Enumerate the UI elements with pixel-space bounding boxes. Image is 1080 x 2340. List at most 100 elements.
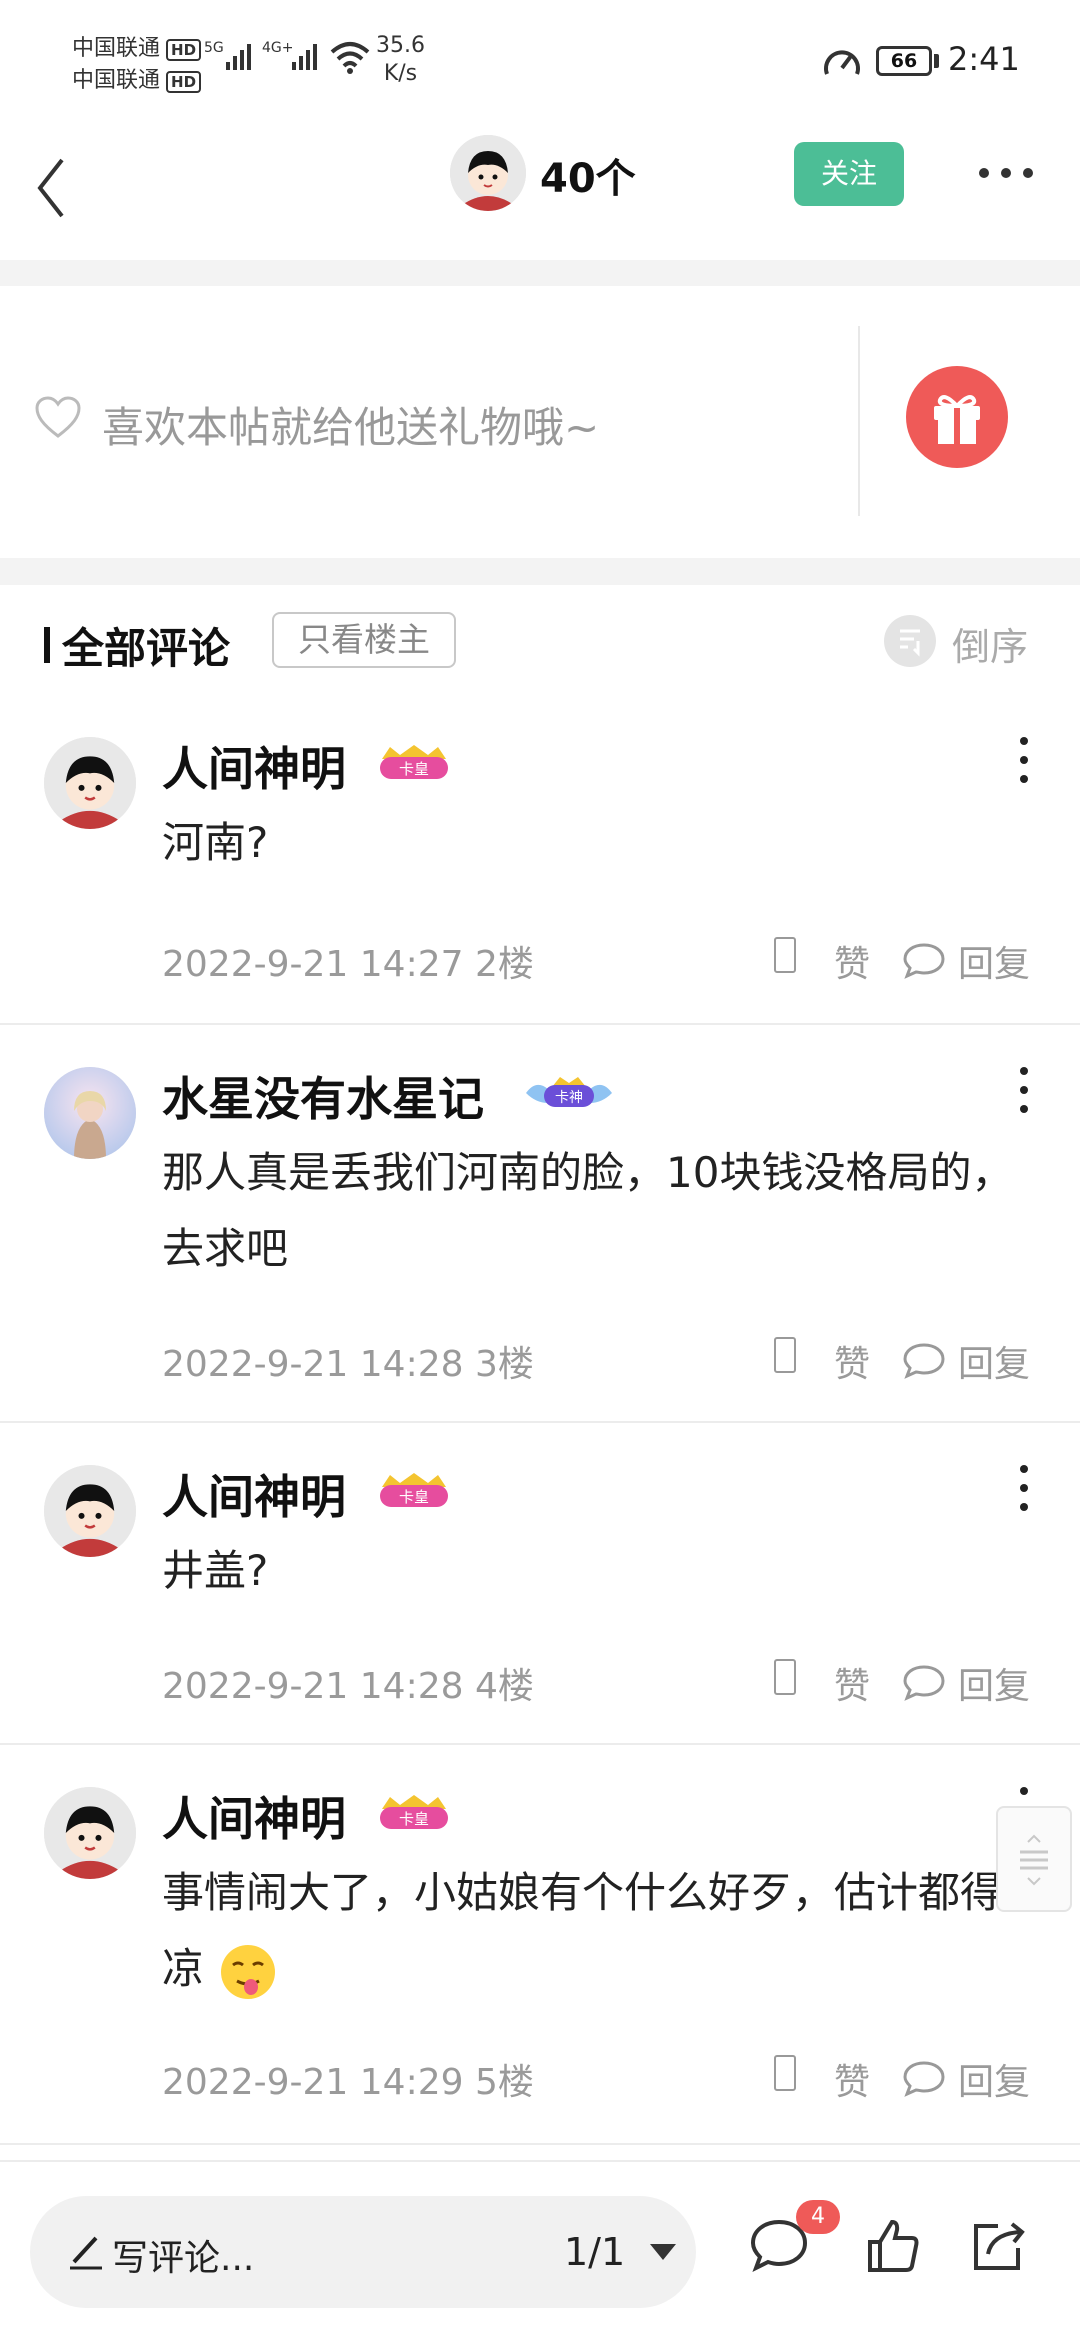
- carrier-2-label: 中国联通: [72, 68, 161, 93]
- bottom-bar: 写评论... 1/1 4: [0, 2160, 1080, 2340]
- avatar-photo-icon: [44, 1067, 136, 1159]
- scroll-handle[interactable]: [996, 1806, 1072, 1912]
- avatar-face-icon: [44, 737, 136, 829]
- header-accent-bar: [44, 627, 50, 663]
- carrier-2: 中国联通 HD: [72, 62, 202, 94]
- badge-label: 卡皇: [399, 1810, 429, 1828]
- wing-badge-icon: 卡神: [526, 1077, 612, 1107]
- gift-icon: [934, 395, 980, 444]
- network-speed: 35.6 K/s: [376, 32, 425, 88]
- user-avatar[interactable]: [44, 737, 136, 829]
- avatar-face-icon: [44, 1787, 136, 1879]
- badge-label: 卡皇: [399, 1488, 429, 1506]
- only-author-filter-button[interactable]: 只看楼主: [272, 612, 456, 668]
- speed-unit: K/s: [383, 61, 418, 86]
- comment-item: 水星没有水星记 卡神 那人真是丢我们河南的脸，10块钱没格局的，去求吧 2022…: [0, 1025, 1080, 1423]
- more-options-icon[interactable]: [976, 158, 1036, 188]
- wifi-icon: [330, 42, 370, 74]
- comment-text-wrap: 事情闹大了，小姑娘有个什么好歹，估计都得凉: [162, 1855, 1042, 2007]
- comment-item: 人间神明 卡皇 事情闹大了，小姑娘有个什么好歹，估计都得凉 2022-9-21 …: [0, 1745, 1080, 2145]
- comment-meta: 2022-9-21 14:29 5楼: [162, 2062, 534, 2103]
- username[interactable]: 水星没有水星记: [162, 1063, 484, 1129]
- comments-header: 全部评论 只看楼主 倒序: [0, 585, 1080, 695]
- user-avatar[interactable]: [44, 1787, 136, 1879]
- section-divider: [0, 558, 1080, 585]
- follow-button[interactable]: 关注: [794, 142, 904, 206]
- avatar-face-icon: [450, 135, 526, 211]
- like-icon[interactable]: [774, 2055, 796, 2091]
- send-gift-button[interactable]: [906, 366, 1008, 468]
- net-5g-text: 5G: [204, 40, 224, 56]
- comment-more-icon[interactable]: [1016, 1065, 1032, 1115]
- reply-label[interactable]: 回复: [958, 1335, 1030, 1387]
- reply-label[interactable]: 回复: [958, 2053, 1030, 2105]
- share-icon[interactable]: [968, 2216, 1028, 2276]
- like-label[interactable]: 赞: [834, 935, 870, 987]
- comment-more-icon[interactable]: [1016, 1463, 1032, 1513]
- section-divider: [0, 260, 1080, 286]
- nav-bar: 40个 关注: [0, 120, 1080, 260]
- gift-prompt: 喜欢本帖就给他送礼物哦~: [102, 403, 600, 452]
- pen-icon: [70, 2236, 102, 2270]
- hd-badge: HD: [166, 71, 202, 93]
- gift-panel: 喜欢本帖就给他送礼物哦~: [0, 286, 1080, 558]
- comment-more-icon[interactable]: [1016, 735, 1032, 785]
- heart-icon[interactable]: [34, 396, 82, 440]
- like-label[interactable]: 赞: [834, 2053, 870, 2105]
- reply-bubble-icon[interactable]: [902, 1663, 946, 1701]
- sort-icon[interactable]: [884, 615, 936, 667]
- crown-badge-icon: 卡皇: [380, 1795, 448, 1829]
- crown-badge-icon: 卡皇: [380, 1473, 448, 1507]
- comment-input[interactable]: 写评论... 1/1: [30, 2196, 696, 2308]
- username[interactable]: 人间神明: [162, 1783, 346, 1849]
- back-arrow-icon[interactable]: [28, 142, 88, 232]
- comment-item: 人间神明 卡皇 河南? 2022-9-21 14:27 2楼 赞 回复: [0, 695, 1080, 1025]
- like-icon[interactable]: [774, 937, 796, 973]
- comment-meta: 2022-9-21 14:27 2楼: [162, 944, 534, 985]
- user-avatar[interactable]: [44, 1465, 136, 1557]
- page-indicator[interactable]: 1/1: [564, 2230, 625, 2274]
- crown-badge-icon: 卡皇: [380, 745, 448, 779]
- comments-title: 全部评论: [62, 624, 231, 673]
- reply-label[interactable]: 回复: [958, 1657, 1030, 1709]
- author-avatar[interactable]: [450, 135, 526, 211]
- user-avatar[interactable]: [44, 1067, 136, 1159]
- status-bar: 中国联通 HD 中国联通 HD 5G 4G+ 35.6 K/s 66 2:41: [0, 0, 1080, 120]
- username[interactable]: 人间神明: [162, 733, 346, 799]
- like-icon[interactable]: [774, 1337, 796, 1373]
- reply-bubble-icon[interactable]: [902, 941, 946, 979]
- comment-input-placeholder: 写评论...: [112, 2238, 255, 2279]
- sort-order-button[interactable]: 倒序: [952, 616, 1028, 671]
- caret-down-icon[interactable]: [650, 2244, 676, 2260]
- reply-bubble-icon[interactable]: [902, 2059, 946, 2097]
- avatar-face-icon: [44, 1465, 136, 1557]
- reply-label[interactable]: 回复: [958, 935, 1030, 987]
- comment-count-badge: 4: [796, 2200, 840, 2234]
- like-label[interactable]: 赞: [834, 1335, 870, 1387]
- comment-text: 事情闹大了，小姑娘有个什么好歹，估计都得凉: [162, 1868, 1003, 1993]
- drag-lines-icon: [1020, 1834, 1048, 1886]
- thumbs-up-icon[interactable]: [864, 2216, 924, 2276]
- comment-text: 河南?: [162, 818, 269, 867]
- signal-5g-icon: 5G: [204, 40, 251, 70]
- speed-value: 35.6: [376, 33, 425, 58]
- username[interactable]: 人间神明: [162, 1461, 346, 1527]
- carrier-1: 中国联通 HD: [72, 30, 202, 62]
- like-label[interactable]: 赞: [834, 1657, 870, 1709]
- battery-tip: [934, 54, 939, 68]
- clock: 2:41: [948, 40, 1020, 78]
- speedometer-icon: [824, 50, 860, 75]
- badge-label: 卡皇: [399, 760, 429, 778]
- like-icon[interactable]: [774, 1659, 796, 1695]
- battery-icon: 66: [876, 46, 932, 76]
- comment-text: 井盖?: [162, 1546, 269, 1595]
- badge-label: 卡神: [555, 1090, 583, 1106]
- page-title: 40个: [540, 156, 636, 202]
- comment-item: 人间神明 卡皇 井盖? 2022-9-21 14:28 4楼 赞 回复: [0, 1423, 1080, 1745]
- hd-badge: HD: [166, 39, 202, 61]
- sort-arrows-icon: [900, 629, 920, 657]
- gift-separator: [858, 326, 860, 516]
- comment-text: 那人真是丢我们河南的脸，10块钱没格局的，去求吧: [162, 1148, 1014, 1273]
- reply-bubble-icon[interactable]: [902, 1341, 946, 1379]
- carrier-1-label: 中国联通: [72, 36, 161, 61]
